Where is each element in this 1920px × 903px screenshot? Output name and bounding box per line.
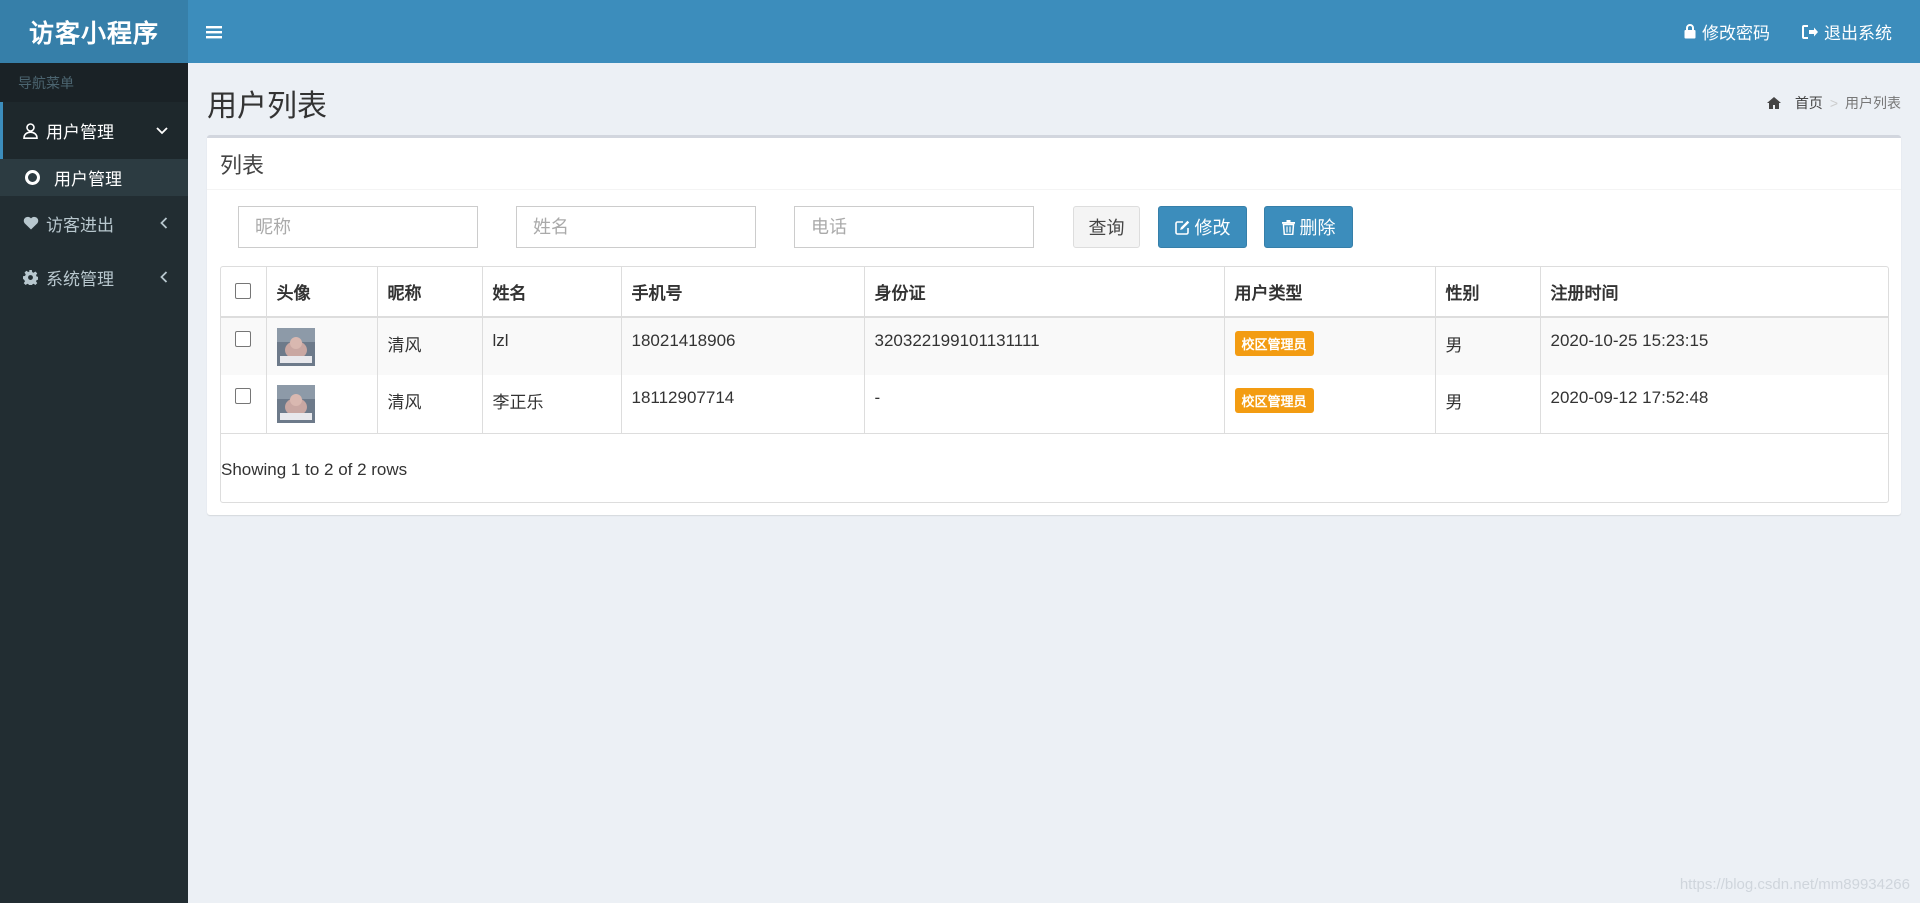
breadcrumb-current: 用户列表 [1845, 95, 1901, 111]
user-icon [23, 122, 41, 139]
gender-cell: 男 [1434, 375, 1540, 434]
chevron-left-icon [160, 271, 168, 283]
nickname-cell: 清风 [376, 375, 482, 434]
column-header[interactable]: 性别 [1434, 267, 1540, 318]
id-card-cell: 320322199101131111 [863, 317, 1224, 375]
name-input[interactable] [516, 206, 756, 248]
sign-out-icon [1802, 24, 1818, 39]
name-cell: lzl [481, 317, 621, 375]
table-row[interactable]: 清风 lzl 18021418906 320322199101131111 校区… [221, 317, 1888, 375]
sidebar-item-user-management[interactable]: 用户管理 [0, 102, 188, 159]
filter-toolbar: 查询 修改 删除 [207, 196, 1901, 256]
phone-cell: 18021418906 [620, 317, 864, 375]
row-select-cell [221, 375, 266, 434]
trash-icon [1281, 219, 1295, 235]
user-type-badge: 校区管理员 [1234, 388, 1314, 413]
row-checkbox[interactable] [235, 331, 252, 347]
sidebar-item-label: 用户管理 [46, 123, 114, 142]
circle-icon [25, 170, 40, 185]
breadcrumb-separator: > [1829, 95, 1838, 111]
user-type-cell: 校区管理员 [1223, 317, 1435, 375]
column-header[interactable]: 姓名 [481, 267, 621, 318]
logout-link[interactable]: 退出系统 [1786, 0, 1908, 63]
user-table: 头像 昵称 姓名 手机号 身份证 用户类型 性别 注册时间 清风 lzl 180… [221, 267, 1888, 434]
row-checkbox[interactable] [235, 388, 252, 404]
logout-label: 退出系统 [1824, 24, 1892, 43]
watermark: https://blog.csdn.net/mm89934266 [1679, 876, 1910, 893]
sidebar: 导航菜单 用户管理 用户管理 访客进出 系统管理 [0, 63, 188, 903]
breadcrumb-home-label: 首页 [1794, 95, 1823, 111]
edit-button-label: 修改 [1194, 218, 1231, 238]
column-header[interactable]: 身份证 [863, 267, 1224, 318]
registered-time-cell: 2020-09-12 17:52:48 [1539, 375, 1888, 434]
heart-icon [23, 216, 41, 230]
page-title: 用户列表 [207, 90, 327, 123]
avatar-cell [265, 317, 377, 375]
gender-cell: 男 [1434, 317, 1540, 375]
row-select-cell [221, 317, 266, 375]
user-table-container: 头像 昵称 姓名 手机号 身份证 用户类型 性别 注册时间 清风 lzl 180… [220, 266, 1889, 503]
id-card-cell: - [863, 375, 1224, 434]
phone-input[interactable] [794, 206, 1034, 248]
pagination-info: Showing 1 to 2 of 2 rows [221, 460, 408, 479]
sidebar-subitem-label: 用户管理 [54, 170, 122, 189]
sidebar-item-label: 访客进出 [46, 215, 114, 235]
list-box: 列表 查询 修改 删除 [207, 135, 1901, 515]
sidebar-item-visitor-access[interactable]: 访客进出 [0, 196, 188, 250]
nickname-input[interactable] [238, 206, 478, 248]
content-area: 用户列表 首页 > 用户列表 列表 查询 修改 删除 [188, 63, 1920, 903]
edit-button[interactable]: 修改 [1158, 206, 1247, 248]
app-logo[interactable]: 访客小程序 [0, 0, 188, 63]
select-all-checkbox[interactable] [235, 283, 252, 299]
select-all-header [221, 267, 266, 318]
delete-button-label: 删除 [1299, 218, 1336, 238]
name-cell: 李正乐 [481, 375, 621, 434]
table-header-row: 头像 昵称 姓名 手机号 身份证 用户类型 性别 注册时间 [221, 267, 1888, 318]
column-header[interactable]: 昵称 [376, 267, 482, 318]
column-header[interactable]: 用户类型 [1223, 267, 1435, 318]
breadcrumb: 首页 > 用户列表 [1766, 93, 1901, 113]
sidebar-header: 导航菜单 [0, 63, 188, 102]
edit-icon [1174, 220, 1189, 235]
column-header[interactable]: 手机号 [620, 267, 864, 318]
nickname-cell: 清风 [376, 317, 482, 375]
sidebar-item-system-management[interactable]: 系统管理 [0, 250, 188, 304]
box-title: 列表 [207, 138, 1901, 190]
top-navbar: 修改密码 退出系统 [188, 0, 1920, 63]
column-header[interactable]: 注册时间 [1539, 267, 1888, 318]
query-button[interactable]: 查询 [1073, 206, 1140, 248]
avatar-cell [265, 375, 377, 434]
home-icon [1766, 97, 1781, 109]
gear-icon [23, 269, 41, 285]
column-header[interactable]: 头像 [265, 267, 377, 318]
change-password-label: 修改密码 [1702, 24, 1770, 43]
breadcrumb-home-link[interactable]: 首页 [1766, 93, 1823, 113]
user-type-cell: 校区管理员 [1223, 375, 1435, 434]
chevron-down-icon [156, 126, 168, 135]
phone-cell: 18112907714 [620, 375, 864, 434]
user-type-badge: 校区管理员 [1234, 331, 1314, 356]
sidebar-item-label: 系统管理 [46, 269, 114, 289]
table-row[interactable]: 清风 李正乐 18112907714 - 校区管理员 男 2020-09-12 … [221, 375, 1888, 434]
registered-time-cell: 2020-10-25 15:23:15 [1539, 317, 1888, 375]
chevron-left-icon [160, 217, 168, 229]
lock-icon [1684, 24, 1696, 39]
sidebar-subitem-user-management[interactable]: 用户管理 [0, 159, 188, 196]
avatar[interactable] [276, 385, 315, 423]
hamburger-icon [206, 25, 222, 38]
query-button-label: 查询 [1088, 218, 1125, 238]
avatar[interactable] [276, 328, 315, 366]
sidebar-toggle-button[interactable] [188, 0, 240, 63]
change-password-link[interactable]: 修改密码 [1668, 0, 1786, 63]
delete-button[interactable]: 删除 [1264, 206, 1353, 248]
